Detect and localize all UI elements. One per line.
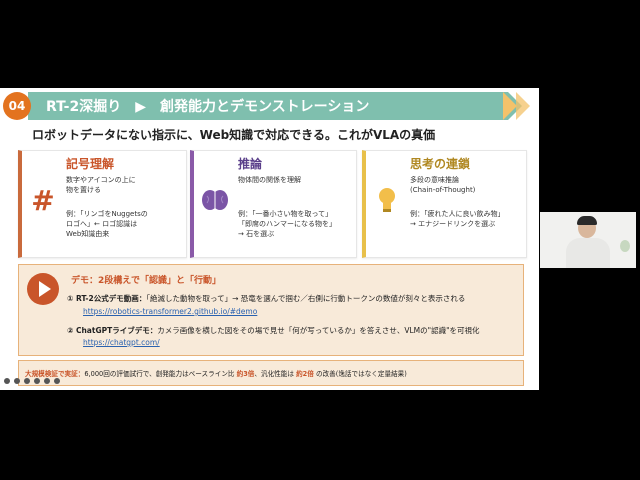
results-text: 大規模検証で実証：6,000回の評価試行で、創発能力はベースライン比 約3倍、汎…: [25, 368, 407, 378]
card-description: 数字やアイコンの上に 物を置ける: [66, 176, 136, 194]
zoom-icon[interactable]: [34, 378, 40, 384]
slide-title: RT-2深掘り ▶ 創発能力とデモンストレーション: [46, 99, 370, 115]
demo-title: デモ：2段構えで「認識」と「行動」: [71, 276, 221, 286]
results-label: 大規模検証で実証：: [25, 370, 85, 378]
demo-item-2-link[interactable]: https://chatgpt.com/: [83, 338, 160, 347]
brain-icon: [200, 185, 230, 215]
next-icon[interactable]: [14, 378, 20, 384]
card-title: 思考の連鎖: [410, 157, 471, 171]
demo-item-1-text: 「絶滅した動物を取って」→ 恐竜を選んで掴む／右側に行動トークンの数値が刻々と表…: [146, 294, 466, 303]
play-icon[interactable]: [27, 273, 59, 305]
background-plant: [620, 240, 630, 252]
webcam-feed: [540, 212, 636, 268]
presenter-hair: [577, 216, 597, 225]
chevron-right-icon: [516, 92, 530, 120]
results-text-2: 、汎化性能は: [254, 370, 294, 378]
presentation-toolbar: [4, 378, 60, 388]
demo-box: デモ：2段構えで「認識」と「行動」 ① RT-2公式デモ動画：「絶滅した動物を取…: [18, 264, 524, 356]
results-text-3: の改善(逸話ではなく定量結果): [315, 370, 407, 378]
card-description: 多段の意味推論 (Chain-of-Thought): [410, 176, 476, 194]
card-title: 推論: [238, 157, 263, 171]
results-value-1: 約3倍: [236, 370, 255, 378]
more-icon[interactable]: [54, 378, 60, 384]
card-title: 記号理解: [66, 157, 115, 171]
pen-icon[interactable]: [24, 378, 30, 384]
hash-icon: #: [31, 183, 55, 217]
prev-icon[interactable]: [4, 378, 10, 384]
results-bar: 大規模検証で実証：6,000回の評価試行で、創発能力はベースライン比 約3倍、汎…: [18, 360, 524, 386]
results-value-2: 約2倍: [296, 370, 314, 378]
card-chain-of-thought: 思考の連鎖 多段の意味推論 (Chain-of-Thought) 例：「疲れた人…: [362, 150, 527, 258]
slide: 04 RT-2深掘り ▶ 創発能力とデモンストレーション ロボットデータにない指…: [0, 88, 539, 390]
card-example: 例：「リンゴをNuggetsの ロゴへ」← ロゴ認識は Web知識由来: [66, 210, 148, 238]
tagline: ロボットデータにない指示に、Web知識で対応できる。これがVLAの真価: [32, 128, 436, 142]
demo-item-1: ① RT-2公式デモ動画：「絶滅した動物を取って」→ 恐竜を選んで掴む／右側に行…: [67, 293, 465, 304]
demo-item-2-label: ② ChatGPTライブデモ：: [67, 326, 158, 335]
card-description: 物体間の関係を理解: [238, 176, 301, 184]
card-example: 例：「疲れた人に良い飲み物」 → エナジードリンクを選ぶ: [410, 210, 505, 228]
card-example: 例：「一番小さい物を取って」 「即席のハンマーになる物を」 → 石を選ぶ: [238, 210, 336, 238]
demo-item-2: ② ChatGPTライブデモ：カメラ画像を横した図をその場で見せ「何が写っている…: [67, 325, 480, 336]
presenter-body: [566, 238, 610, 268]
demo-item-1-link[interactable]: https://robotics-transformer2.github.io/…: [83, 307, 257, 316]
grid-icon[interactable]: [44, 378, 50, 384]
demo-item-1-label: ① RT-2公式デモ動画：: [67, 294, 147, 303]
demo-item-2-text: カメラ画像を横した図をその場で見せ「何が写っているか」を答えさせ、VLMの"認識…: [157, 326, 480, 335]
results-text-1: 6,000回の評価試行で、創発能力はベースライン比: [84, 370, 235, 378]
section-number-badge: 04: [3, 92, 31, 120]
chevron-right-icon: [503, 92, 517, 120]
card-symbol-understanding: # 記号理解 数字やアイコンの上に 物を置ける 例：「リンゴをNuggetsの …: [18, 150, 187, 258]
lightbulb-icon: [372, 185, 402, 215]
card-reasoning: 推論 物体間の関係を理解 例：「一番小さい物を取って」 「即席のハンマーになる物…: [190, 150, 357, 258]
